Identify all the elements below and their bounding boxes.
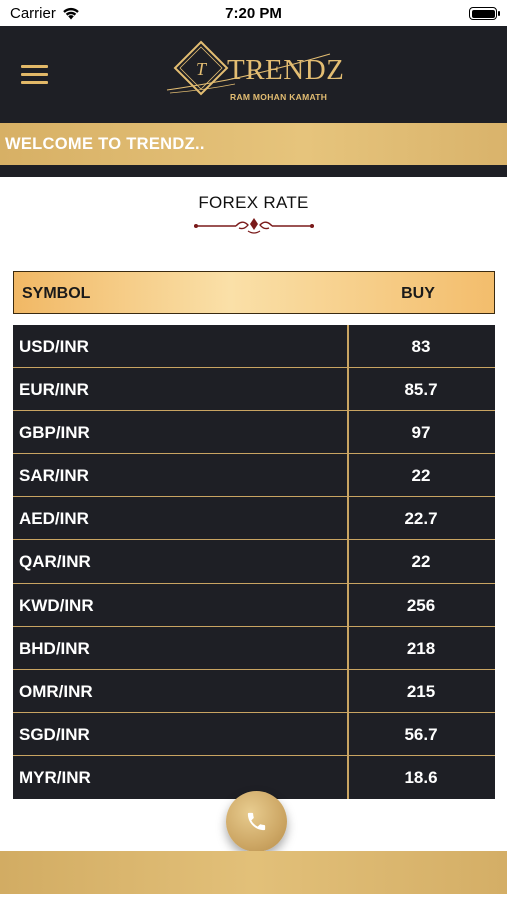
buy-cell: 215 (406, 681, 436, 701)
rates-table: USD/INR 83 EUR/INR 85.7 GBP/INR 97 SAR/I… (13, 325, 495, 800)
welcome-text: WELCOME TO TRENDZ.. (5, 135, 205, 153)
symbol-cell: SAR/INR (19, 466, 89, 486)
buy-cell: 97 (411, 423, 431, 443)
buy-cell: 18.6 (404, 767, 438, 787)
table-row: KWD/INR 256 (13, 584, 495, 627)
hamburger-menu-icon[interactable] (21, 65, 48, 85)
header-divider (0, 165, 507, 177)
table-row: SAR/INR 22 (13, 454, 495, 498)
call-button[interactable] (226, 791, 287, 852)
footer-bar (0, 851, 507, 894)
buy-cell: 22 (411, 466, 431, 486)
buy-cell: 56.7 (404, 724, 438, 744)
buy-cell: 22.7 (404, 509, 438, 529)
table-row: EUR/INR 85.7 (13, 368, 495, 412)
welcome-banner: WELCOME TO TRENDZ.. (0, 123, 507, 165)
buy-cell: 218 (406, 638, 436, 658)
table-row: BHD/INR 218 (13, 627, 495, 670)
symbol-cell: BHD/INR (19, 638, 90, 658)
table-row: AED/INR 22.7 (13, 497, 495, 541)
symbol-cell: GBP/INR (19, 423, 90, 443)
symbol-cell: AED/INR (19, 509, 89, 529)
clock: 7:20 PM (225, 5, 282, 22)
ornament-divider-icon (194, 218, 314, 234)
phone-icon (247, 812, 266, 831)
buy-cell: 22 (411, 552, 431, 572)
brand-subtitle: RAM MOHAN KAMATH (230, 92, 328, 102)
table-row: SGD/INR 56.7 (13, 713, 495, 756)
symbol-cell: OMR/INR (19, 681, 93, 701)
page-title: FOREX RATE (198, 193, 309, 212)
trendz-logo: T TRENDZ RAM MOHAN KAMATH (165, 40, 344, 106)
table-row: QAR/INR 22 (13, 540, 495, 584)
table-row: GBP/INR 97 (13, 411, 495, 455)
table-row: OMR/INR 215 (13, 670, 495, 713)
battery-icon (469, 7, 500, 20)
symbol-cell: MYR/INR (19, 767, 91, 787)
buy-cell: 83 (411, 337, 431, 356)
buy-cell: 256 (406, 595, 436, 615)
symbol-cell: USD/INR (19, 337, 89, 356)
column-header-buy: BUY (401, 285, 435, 302)
rates-table-header: SYMBOL BUY (13, 271, 495, 314)
symbol-cell: EUR/INR (19, 380, 89, 400)
symbol-cell: KWD/INR (19, 595, 94, 615)
status-bar: Carrier 7:20 PM (0, 0, 507, 26)
logo-mark: T (196, 59, 208, 79)
buy-cell: 85.7 (404, 380, 438, 400)
app-header: T TRENDZ RAM MOHAN KAMATH (0, 26, 507, 123)
column-header-symbol: SYMBOL (22, 285, 91, 302)
brand-name: TRENDZ (227, 54, 345, 86)
symbol-cell: QAR/INR (19, 552, 91, 572)
symbol-cell: SGD/INR (19, 724, 90, 744)
table-row: USD/INR 83 (13, 325, 495, 369)
